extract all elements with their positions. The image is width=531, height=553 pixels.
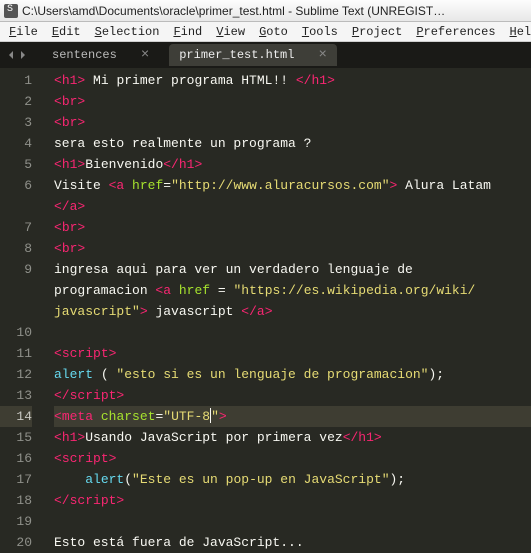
code-line[interactable]: </script> — [54, 490, 531, 511]
tab-sentences[interactable]: sentences × — [42, 44, 159, 66]
code-line[interactable]: <h1> Mi primer programa HTML!! </h1> — [54, 70, 531, 91]
menu-goto[interactable]: Goto — [252, 25, 295, 39]
gutter: 1234567891011121314151617181920 — [0, 68, 40, 518]
code-line[interactable]: alert ( "esto si es un lenguaje de progr… — [54, 364, 531, 385]
line-number: 8 — [0, 238, 32, 259]
line-number: 11 — [0, 343, 32, 364]
tab-bar: sentences × primer_test.html × — [0, 42, 531, 68]
line-number — [0, 301, 32, 322]
code-line[interactable]: Visite <a href="http://www.aluracursos.c… — [54, 175, 531, 196]
code-line[interactable]: <h1>Usando JavaScript por primera vez</h… — [54, 427, 531, 448]
menu-file[interactable]: File — [2, 25, 45, 39]
line-number: 6 — [0, 175, 32, 196]
code-line[interactable] — [54, 511, 531, 532]
code-area[interactable]: <h1> Mi primer programa HTML!! </h1><br>… — [40, 68, 531, 518]
menu-view[interactable]: View — [209, 25, 252, 39]
line-number: 17 — [0, 469, 32, 490]
menu-bar: FileEditSelectionFindViewGotoToolsProjec… — [0, 22, 531, 42]
line-number: 18 — [0, 490, 32, 511]
code-line[interactable]: <h1>Bienvenido</h1> — [54, 154, 531, 175]
tab-label: primer_test.html — [179, 48, 294, 62]
line-number: 9 — [0, 259, 32, 280]
code-line[interactable]: <br> — [54, 238, 531, 259]
code-line[interactable]: <script> — [54, 448, 531, 469]
line-number — [0, 196, 32, 217]
menu-find[interactable]: Find — [166, 25, 209, 39]
code-line[interactable]: programacion <a href = "https://es.wikip… — [54, 280, 531, 301]
code-line[interactable] — [54, 322, 531, 343]
code-line[interactable]: </a> — [54, 196, 531, 217]
line-number: 2 — [0, 91, 32, 112]
menu-preferences[interactable]: Preferences — [409, 25, 502, 39]
tab-label: sentences — [52, 48, 117, 62]
menu-project[interactable]: Project — [345, 25, 409, 39]
menu-selection[interactable]: Selection — [88, 25, 167, 39]
close-icon[interactable]: × — [141, 47, 149, 63]
menu-edit[interactable]: Edit — [45, 25, 88, 39]
line-number: 12 — [0, 364, 32, 385]
line-number: 15 — [0, 427, 32, 448]
nav-forward-icon[interactable] — [18, 50, 28, 60]
code-line[interactable]: <meta charset="UTF-8"> — [54, 406, 531, 427]
window-title: C:\Users\amd\Documents\oracle\primer_tes… — [22, 4, 445, 18]
line-number: 3 — [0, 112, 32, 133]
code-line[interactable]: <script> — [54, 343, 531, 364]
app-icon — [4, 4, 18, 18]
window-titlebar: C:\Users\amd\Documents\oracle\primer_tes… — [0, 0, 531, 22]
line-number: 13 — [0, 385, 32, 406]
line-number: 10 — [0, 322, 32, 343]
nav-back-icon[interactable] — [6, 50, 16, 60]
nav-arrows — [2, 50, 32, 60]
line-number: 19 — [0, 511, 32, 532]
code-line[interactable]: <br> — [54, 112, 531, 133]
line-number: 5 — [0, 154, 32, 175]
menu-tools[interactable]: Tools — [295, 25, 345, 39]
code-line[interactable]: alert("Este es un pop-up en JavaScript")… — [54, 469, 531, 490]
line-number: 16 — [0, 448, 32, 469]
code-line[interactable]: <br> — [54, 91, 531, 112]
menu-help[interactable]: Help — [503, 25, 531, 39]
tab-primer_test-html[interactable]: primer_test.html × — [169, 44, 337, 66]
code-line[interactable]: Esto está fuera de JavaScript... — [54, 532, 531, 553]
code-line[interactable]: javascript"> javascript </a> — [54, 301, 531, 322]
line-number: 20 — [0, 532, 32, 553]
close-icon[interactable]: × — [318, 47, 326, 63]
line-number — [0, 280, 32, 301]
line-number: 4 — [0, 133, 32, 154]
code-line[interactable]: <br> — [54, 217, 531, 238]
line-number: 1 — [0, 70, 32, 91]
line-number: 7 — [0, 217, 32, 238]
editor: 1234567891011121314151617181920 <h1> Mi … — [0, 68, 531, 518]
code-line[interactable]: </script> — [54, 385, 531, 406]
line-number: 14 — [0, 406, 32, 427]
code-line[interactable]: ingresa aqui para ver un verdadero lengu… — [54, 259, 531, 280]
code-line[interactable]: sera esto realmente un programa ? — [54, 133, 531, 154]
